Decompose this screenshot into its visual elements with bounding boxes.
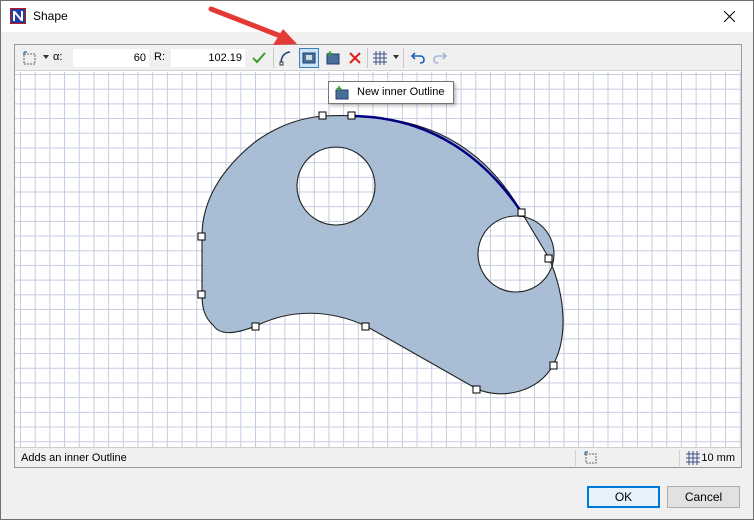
new-outline-icon — [335, 86, 349, 100]
new-inner-outline-button[interactable] — [299, 48, 319, 68]
toolbar-separator — [273, 48, 274, 68]
delete-icon[interactable] — [346, 49, 364, 67]
vertex-handle[interactable] — [472, 385, 481, 394]
grid-icon[interactable] — [371, 49, 389, 67]
outline-arc-icon[interactable] — [278, 49, 296, 67]
tooltip: New inner Outline — [328, 81, 454, 104]
toolbar-separator — [403, 48, 404, 68]
undo-icon[interactable] — [409, 49, 427, 67]
close-button[interactable] — [707, 1, 753, 32]
close-icon — [724, 11, 735, 22]
new-outline-icon[interactable] — [324, 49, 342, 67]
shape-tool-icon[interactable] — [21, 49, 39, 67]
vertex-handle[interactable] — [251, 322, 260, 331]
shape-outline[interactable] — [201, 115, 564, 395]
editor-toolbar: α: 60 R: 102.19 — [15, 45, 741, 71]
cancel-button[interactable]: Cancel — [667, 486, 740, 508]
shape-tool-dropdown-icon[interactable] — [43, 55, 49, 59]
shape-drawing — [197, 111, 564, 395]
grid-size-icon — [686, 451, 700, 465]
alpha-input[interactable]: 60 — [73, 49, 149, 67]
status-separator — [679, 450, 680, 466]
shape-editor: α: 60 R: 102.19 Adds an inner Outline 10… — [14, 44, 742, 468]
app-logo-icon — [10, 8, 26, 24]
window-title: Shape — [33, 9, 68, 23]
grid-dropdown-icon[interactable] — [393, 55, 399, 59]
tooltip-text: New inner Outline — [357, 86, 445, 98]
status-message: Adds an inner Outline — [21, 452, 127, 464]
drawing-canvas[interactable] — [15, 72, 741, 447]
annotation-arrow-icon — [208, 6, 297, 45]
radius-label: R: — [154, 51, 165, 63]
vertex-handle[interactable] — [347, 111, 356, 120]
ok-button[interactable]: OK — [587, 486, 660, 508]
vertex-handle[interactable] — [544, 254, 553, 263]
shape-mode-icon — [584, 451, 597, 464]
status-separator — [575, 450, 576, 466]
alpha-label: α: — [53, 51, 63, 63]
inner-outline-icon — [302, 52, 316, 64]
vertex-handle[interactable] — [197, 232, 206, 241]
grid-size-value: 10 mm — [701, 452, 735, 464]
status-bar: Adds an inner Outline 10 mm — [15, 447, 741, 467]
vertex-handle[interactable] — [517, 208, 526, 217]
shape-dialog: Shape α: 60 R: 102.19 Adds an inner Outl… — [0, 0, 754, 520]
radius-input[interactable]: 102.19 — [171, 49, 245, 67]
toolbar-separator — [367, 48, 368, 68]
vertex-handle[interactable] — [318, 111, 327, 120]
redo-icon[interactable] — [431, 49, 449, 67]
vertex-handle[interactable] — [197, 290, 206, 299]
vertex-handle[interactable] — [361, 322, 370, 331]
vertex-handle[interactable] — [549, 361, 558, 370]
apply-check-icon[interactable] — [250, 49, 268, 67]
title-bar: Shape — [1, 1, 753, 32]
